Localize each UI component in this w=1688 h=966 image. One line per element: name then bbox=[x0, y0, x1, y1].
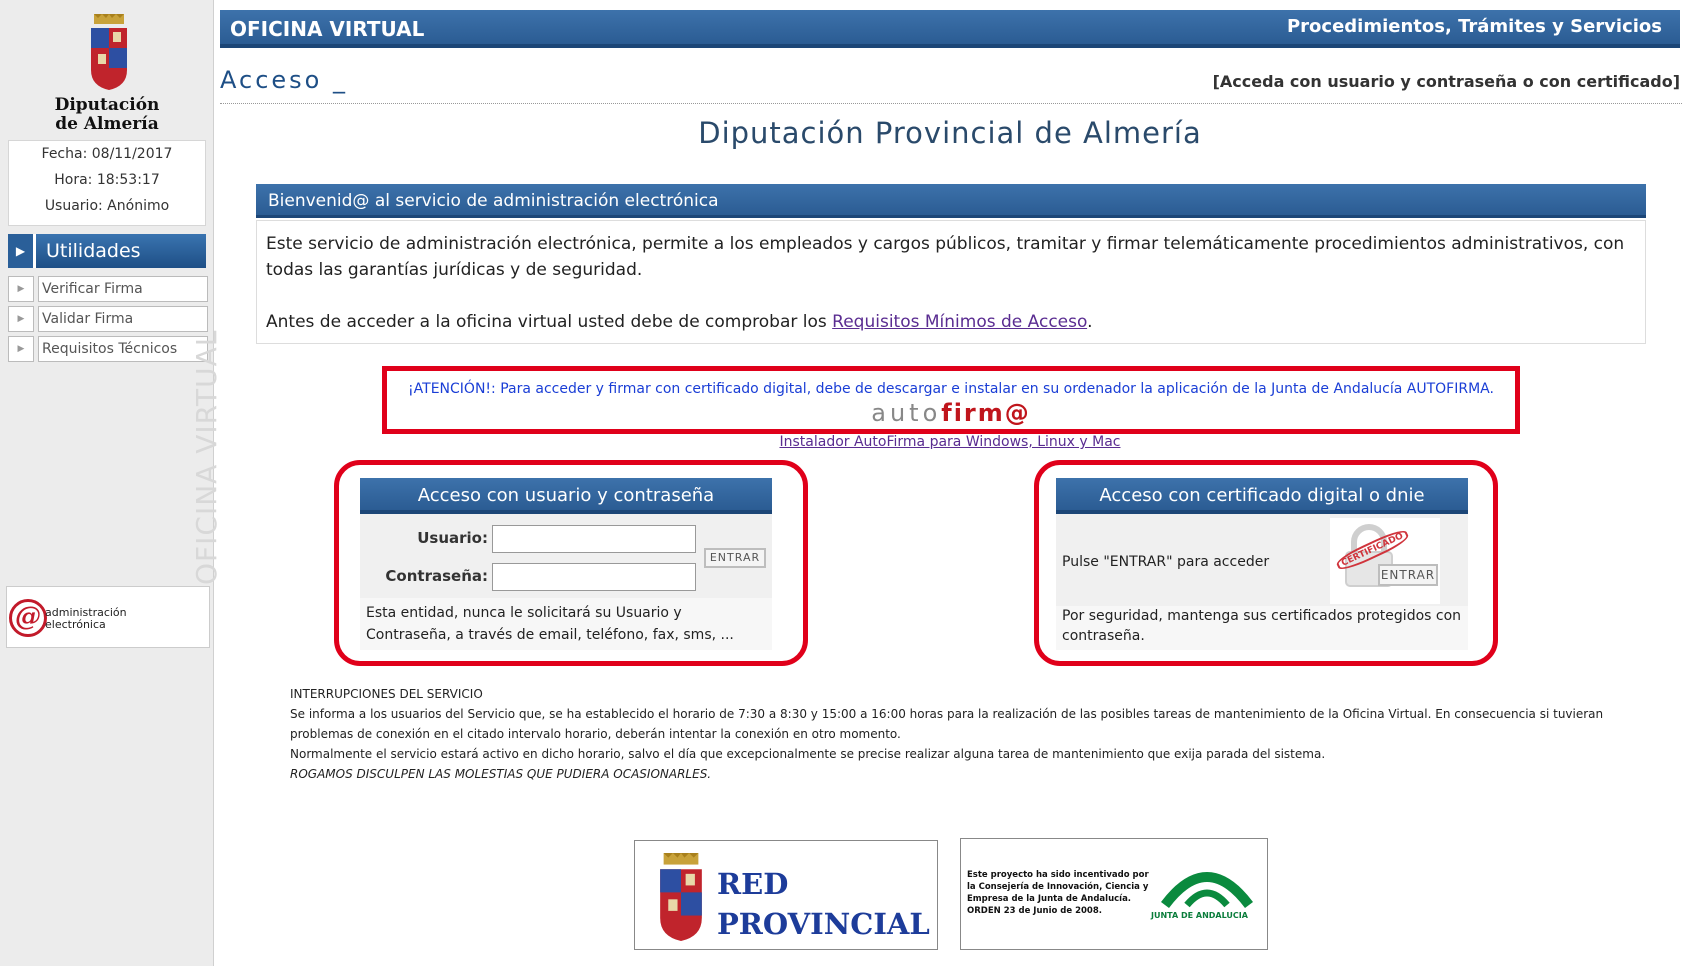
cert-entrar-label: ENTRAR bbox=[1378, 564, 1438, 586]
junta-arch-icon bbox=[1161, 872, 1253, 909]
user-login-panel: Acceso con usuario y contraseña Usuario:… bbox=[360, 478, 772, 650]
sidebar-item-label: Verificar Firma bbox=[38, 276, 208, 302]
sidebar-item-verificar-firma[interactable]: ▶ Verificar Firma bbox=[8, 276, 208, 302]
sidebar-item-validar-firma[interactable]: ▶ Validar Firma bbox=[8, 306, 208, 332]
org-name: Diputación de Almería bbox=[8, 96, 206, 134]
user-text: Usuario: Anónimo bbox=[44, 198, 170, 214]
sidebar-item-label: Validar Firma bbox=[38, 306, 208, 332]
user-entrar-button[interactable]: ENTRAR bbox=[704, 548, 766, 568]
section-title: Acceso _ bbox=[220, 66, 348, 94]
section-hint: [Acceda con usuario y contraseña o con c… bbox=[1212, 72, 1680, 91]
red-label: RED bbox=[717, 867, 789, 901]
requisitos-prefix: Antes de acceder a la oficina virtual us… bbox=[266, 312, 833, 332]
autofirma-logo: autofirm@ bbox=[387, 399, 1515, 427]
cert-login-note: Por seguridad, mantenga sus certificados… bbox=[1056, 606, 1468, 650]
page-title: Diputación Provincial de Almería bbox=[698, 116, 1202, 150]
autofirma-logo-a: auto bbox=[871, 399, 942, 427]
interruptions-line3: ROGAMOS DISCULPEN LAS MOLESTIAS QUE PUDI… bbox=[290, 767, 712, 781]
section-divider bbox=[220, 103, 1682, 104]
time-text: Hora: 18:53:17 bbox=[54, 172, 160, 188]
top-bar: OFICINA VIRTUAL Procedimientos, Trámites… bbox=[220, 10, 1680, 48]
requisitos-link[interactable]: Requisitos Mínimos de Acceso bbox=[832, 312, 1087, 332]
welcome-body: Este servicio de administración electrón… bbox=[256, 220, 1646, 344]
requisitos-paragraph: Antes de acceder a la oficina virtual us… bbox=[266, 309, 1636, 335]
cert-prompt: Pulse "ENTRAR" para acceder bbox=[1062, 554, 1270, 570]
cert-entrar-button[interactable]: CERTIFICADO ENTRAR bbox=[1330, 518, 1440, 604]
org-name-line2: de Almería bbox=[55, 114, 159, 134]
triangle-right-icon: ▶ bbox=[8, 336, 34, 362]
user-login-note: Esta entidad, nunca le solicitará su Usu… bbox=[360, 598, 772, 650]
admin-logo-text: administración electrónica bbox=[45, 607, 127, 631]
coat-of-arms-icon bbox=[660, 853, 702, 941]
cert-login-panel: Acceso con certificado digital o dnie Pu… bbox=[1056, 478, 1468, 650]
attention-text: ¡ATENCIÓN!: Para acceder y firmar con ce… bbox=[408, 381, 1494, 397]
triangle-right-icon: ▶ bbox=[8, 306, 34, 332]
user-login-header: Acceso con usuario y contraseña bbox=[360, 478, 772, 514]
vertical-watermark: OFICINA VIRTUAL bbox=[190, 329, 223, 585]
triangle-right-icon: ▶ bbox=[8, 234, 36, 268]
admin-logo-line2: electrónica bbox=[45, 618, 106, 631]
sidebar-item-requisitos-tecnicos[interactable]: ▶ Requisitos Técnicos bbox=[8, 336, 208, 362]
usuario-label: Usuario: bbox=[417, 529, 488, 547]
procedimientos-link[interactable]: Procedimientos, Trámites y Servicios bbox=[1287, 10, 1662, 44]
junta-andalucia-logo[interactable]: Este proyecto ha sido incentivado por la… bbox=[960, 838, 1268, 950]
org-logo[interactable]: Diputación de Almería bbox=[8, 8, 206, 136]
utilidades-header[interactable]: ▶ Utilidades bbox=[8, 234, 206, 268]
sidebar: Diputación de Almería Fecha: 08/11/2017 … bbox=[0, 0, 223, 966]
attention-box: ¡ATENCIÓN!: Para acceder y firmar con ce… bbox=[382, 366, 1520, 434]
red-provincial-logo[interactable]: RED PROVINCIAL bbox=[634, 840, 938, 950]
welcome-text: Este servicio de administración electrón… bbox=[266, 234, 1625, 280]
interruptions-line2: Normalmente el servicio estará activo en… bbox=[290, 747, 1326, 761]
cert-login-header: Acceso con certificado digital o dnie bbox=[1056, 478, 1468, 514]
triangle-right-icon: ▶ bbox=[8, 276, 34, 302]
autofirma-installer-link[interactable]: Instalador AutoFirma para Windows, Linux… bbox=[220, 434, 1680, 450]
requisitos-suffix: . bbox=[1087, 312, 1093, 332]
date-text: Fecha: 08/11/2017 bbox=[41, 146, 173, 162]
app-title: OFICINA VIRTUAL bbox=[230, 17, 425, 41]
interruptions-title: INTERRUPCIONES DEL SERVICIO bbox=[290, 687, 483, 701]
coat-of-arms-icon bbox=[91, 14, 127, 90]
usuario-input[interactable] bbox=[492, 525, 696, 553]
provincial-label: PROVINCIAL bbox=[717, 907, 930, 941]
utilidades-label: Utilidades bbox=[46, 240, 141, 262]
welcome-header: Bienvenid@ al servicio de administración… bbox=[256, 184, 1646, 218]
admin-electronica-logo[interactable]: @ administración electrónica bbox=[6, 586, 210, 648]
at-sign-icon: @ bbox=[9, 599, 47, 637]
junta-name: JUNTA DE ANDALUCIA bbox=[1151, 911, 1248, 920]
password-input[interactable] bbox=[492, 563, 696, 591]
service-interruptions: INTERRUPCIONES DEL SERVICIO Se informa a… bbox=[290, 684, 1630, 784]
session-info: Fecha: 08/11/2017 Hora: 18:53:17 Usuario… bbox=[8, 140, 206, 226]
password-label: Contraseña: bbox=[385, 567, 488, 585]
junta-text: Este proyecto ha sido incentivado por la… bbox=[967, 870, 1149, 916]
sidebar-item-label: Requisitos Técnicos bbox=[38, 336, 208, 362]
interruptions-line1: Se informa a los usuarios del Servicio q… bbox=[290, 707, 1604, 741]
org-name-line1: Diputación bbox=[54, 95, 160, 115]
autofirma-logo-b: firm@ bbox=[941, 399, 1031, 427]
